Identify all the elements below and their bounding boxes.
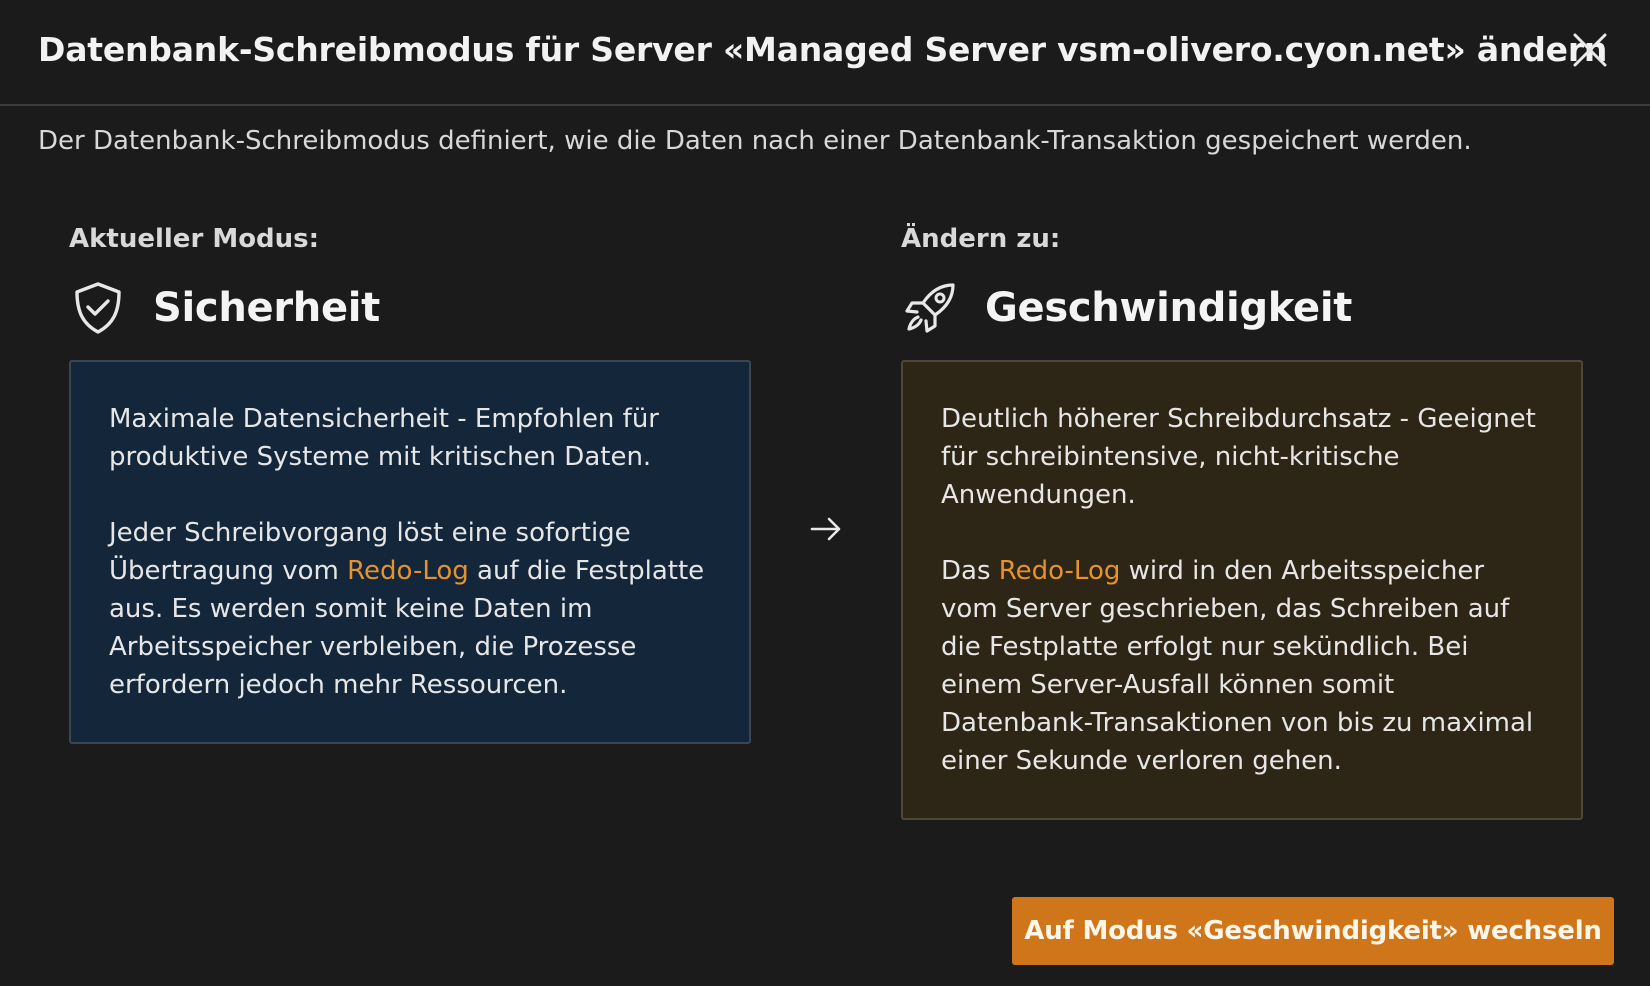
- target-mode-label: Ändern zu:: [901, 224, 1061, 254]
- target-mode-name: Geschwindigkeit: [985, 285, 1353, 331]
- target-details-text-before: Das: [941, 556, 999, 586]
- current-mode-column: Aktueller Modus: Sicherheit Maximale Dat…: [69, 224, 751, 744]
- rocket-icon: [901, 279, 959, 337]
- redo-log-link-current[interactable]: Redo-Log: [347, 556, 469, 586]
- arrow-right-icon: [808, 514, 844, 544]
- target-mode-summary: Deutlich höherer Schreibdurchsatz - Geei…: [941, 404, 1536, 510]
- target-details-text-after: wird in den Arbeitsspeicher vom Server g…: [941, 556, 1534, 776]
- target-mode-details: Das Redo-Log wird in den Arbeitsspeicher…: [941, 552, 1543, 780]
- current-mode-card: Maximale Datensicherheit - Empfohlen für…: [69, 360, 751, 744]
- target-mode-heading: Geschwindigkeit: [901, 280, 1583, 336]
- close-icon: [1573, 33, 1607, 67]
- current-mode-details: Jeder Schreibvorgang löst eine sofortige…: [109, 514, 711, 704]
- target-mode-column: Ändern zu: Geschwindigkeit Deutlich höhe…: [901, 224, 1583, 820]
- dialog-title: Datenbank-Schreibmodus für Server «Manag…: [38, 30, 1608, 69]
- dialog-description: Der Datenbank-Schreibmodus definiert, wi…: [38, 126, 1472, 156]
- shield-check-icon: [69, 279, 127, 337]
- current-mode-label: Aktueller Modus:: [69, 224, 320, 254]
- current-mode-heading: Sicherheit: [69, 280, 751, 336]
- target-mode-card: Deutlich höherer Schreibdurchsatz - Geei…: [901, 360, 1583, 820]
- current-mode-name: Sicherheit: [153, 285, 381, 331]
- redo-log-link-target[interactable]: Redo-Log: [999, 556, 1121, 586]
- close-button[interactable]: [1570, 30, 1610, 70]
- switch-mode-button[interactable]: Auf Modus «Geschwindigkeit» wechseln: [1012, 897, 1614, 965]
- dialog-header: Datenbank-Schreibmodus für Server «Manag…: [0, 0, 1650, 106]
- current-mode-summary: Maximale Datensicherheit - Empfohlen für…: [109, 404, 659, 472]
